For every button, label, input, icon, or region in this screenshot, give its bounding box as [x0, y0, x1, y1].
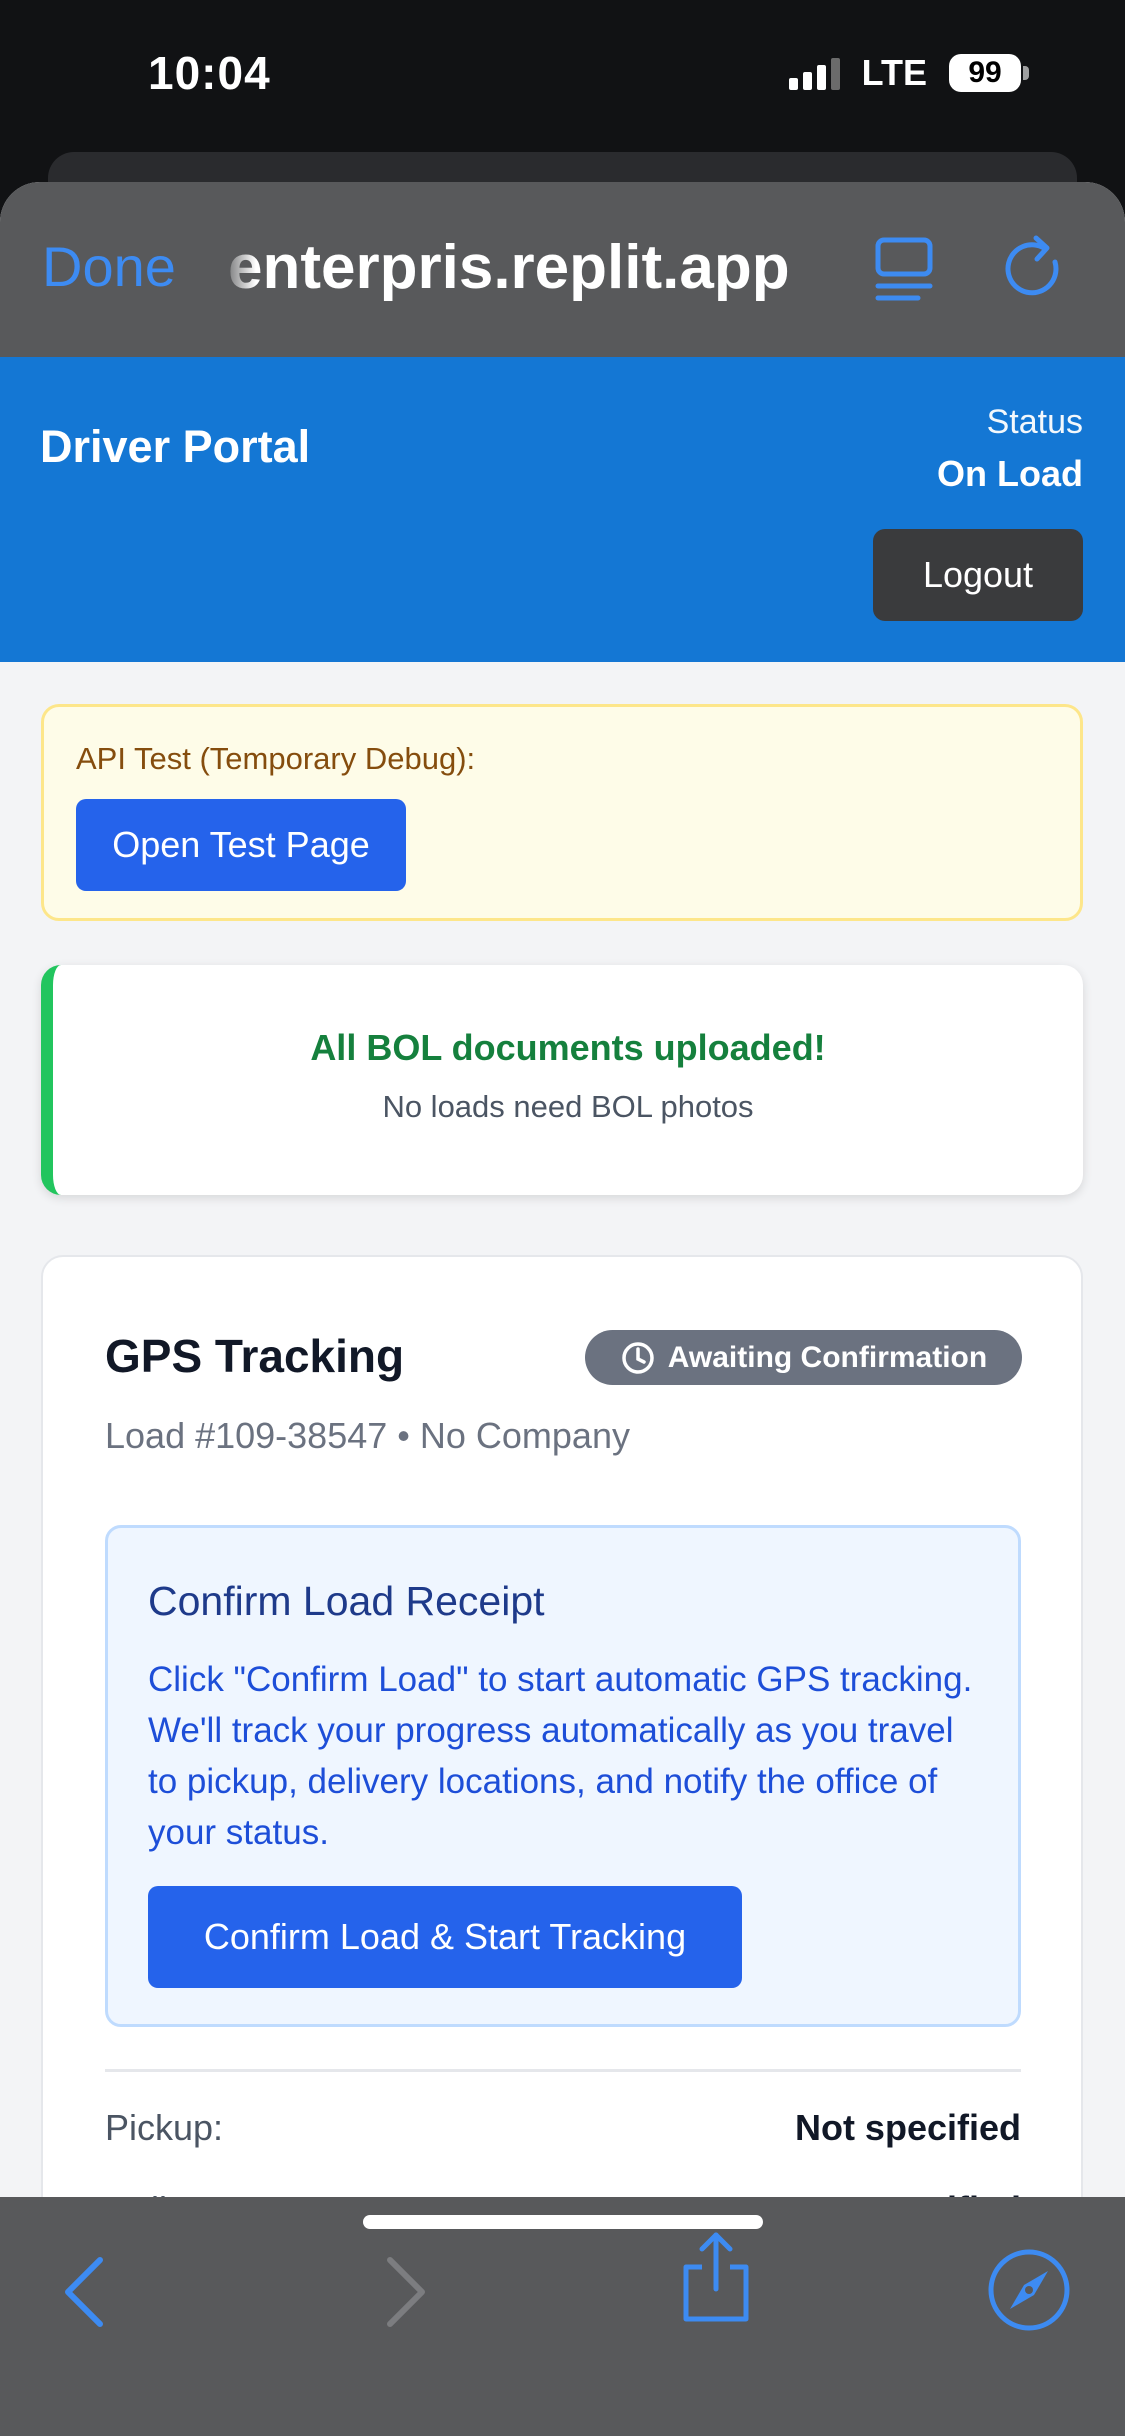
confirm-load-button[interactable]: Confirm Load & Start Tracking — [148, 1886, 742, 1988]
battery-icon: 99 — [949, 54, 1029, 92]
url-display[interactable]: enterpris.replit.app — [228, 232, 828, 303]
share-icon[interactable] — [676, 2227, 756, 2327]
bol-status-card: All BOL documents uploaded! No loads nee… — [41, 965, 1083, 1195]
logout-button[interactable]: Logout — [873, 529, 1083, 621]
status-bar: 10:04 LTE 99 — [0, 0, 1125, 150]
debug-panel: API Test (Temporary Debug): Open Test Pa… — [41, 704, 1083, 921]
page-title: Driver Portal — [40, 421, 311, 472]
pickup-label: Pickup: — [105, 2107, 224, 2148]
browser-sheet: Done enterpris.replit.app Driver Portal … — [0, 182, 1125, 2436]
bol-title: All BOL documents uploaded! — [310, 1027, 826, 1068]
detail-row-delivery: Delivery: Not specified — [105, 2189, 1021, 2197]
back-icon[interactable] — [58, 2252, 110, 2332]
clock-icon — [622, 1341, 654, 1374]
open-test-page-button[interactable]: Open Test Page — [76, 799, 406, 891]
app-header: Driver Portal Status On Load Logout — [0, 357, 1125, 662]
gps-title: GPS Tracking — [105, 1330, 405, 1382]
bol-subtitle: No loads need BOL photos — [382, 1089, 754, 1124]
forward-icon — [387, 2257, 425, 2327]
delivery-label: Delivery: — [105, 2189, 245, 2197]
network-label: LTE — [861, 52, 927, 93]
badge-label: Awaiting Confirmation — [667, 1340, 988, 1374]
status-value: On Load — [937, 453, 1083, 494]
browser-toolbar — [0, 2197, 1125, 2436]
signal-icon — [788, 56, 840, 90]
gps-tracking-card: GPS Tracking Awaiting Confirmation Load … — [41, 1255, 1083, 2197]
confirm-description: Click "Confirm Load" to start automatic … — [148, 1660, 973, 1852]
status-indicators: LTE 99 — [788, 52, 1029, 94]
done-button[interactable]: Done — [42, 234, 176, 299]
confirm-load-panel: Confirm Load Receipt Click "Confirm Load… — [105, 1525, 1021, 2027]
detail-row-pickup: Pickup: Not specified — [105, 2107, 1021, 2149]
debug-label: API Test (Temporary Debug): — [76, 741, 476, 776]
confirm-title: Confirm Load Receipt — [148, 1578, 545, 1624]
compass-icon[interactable] — [986, 2247, 1072, 2333]
status-badge: Awaiting Confirmation — [585, 1330, 1022, 1385]
load-info: Load #109-38547 • No Company — [105, 1415, 630, 1456]
battery-level: 99 — [949, 54, 1021, 92]
pickup-value: Not specified — [794, 2107, 1021, 2148]
status-time: 10:04 — [148, 47, 271, 99]
reload-icon[interactable] — [1000, 232, 1070, 304]
status-label: Status — [986, 403, 1083, 441]
delivery-value: Not specified — [795, 2189, 1021, 2197]
divider — [105, 2069, 1021, 2072]
home-indicator — [363, 2215, 763, 2229]
reader-mode-icon[interactable] — [872, 232, 936, 304]
web-page: Driver Portal Status On Load Logout API … — [0, 357, 1125, 2197]
browser-top-bar: Done enterpris.replit.app — [0, 182, 1125, 357]
